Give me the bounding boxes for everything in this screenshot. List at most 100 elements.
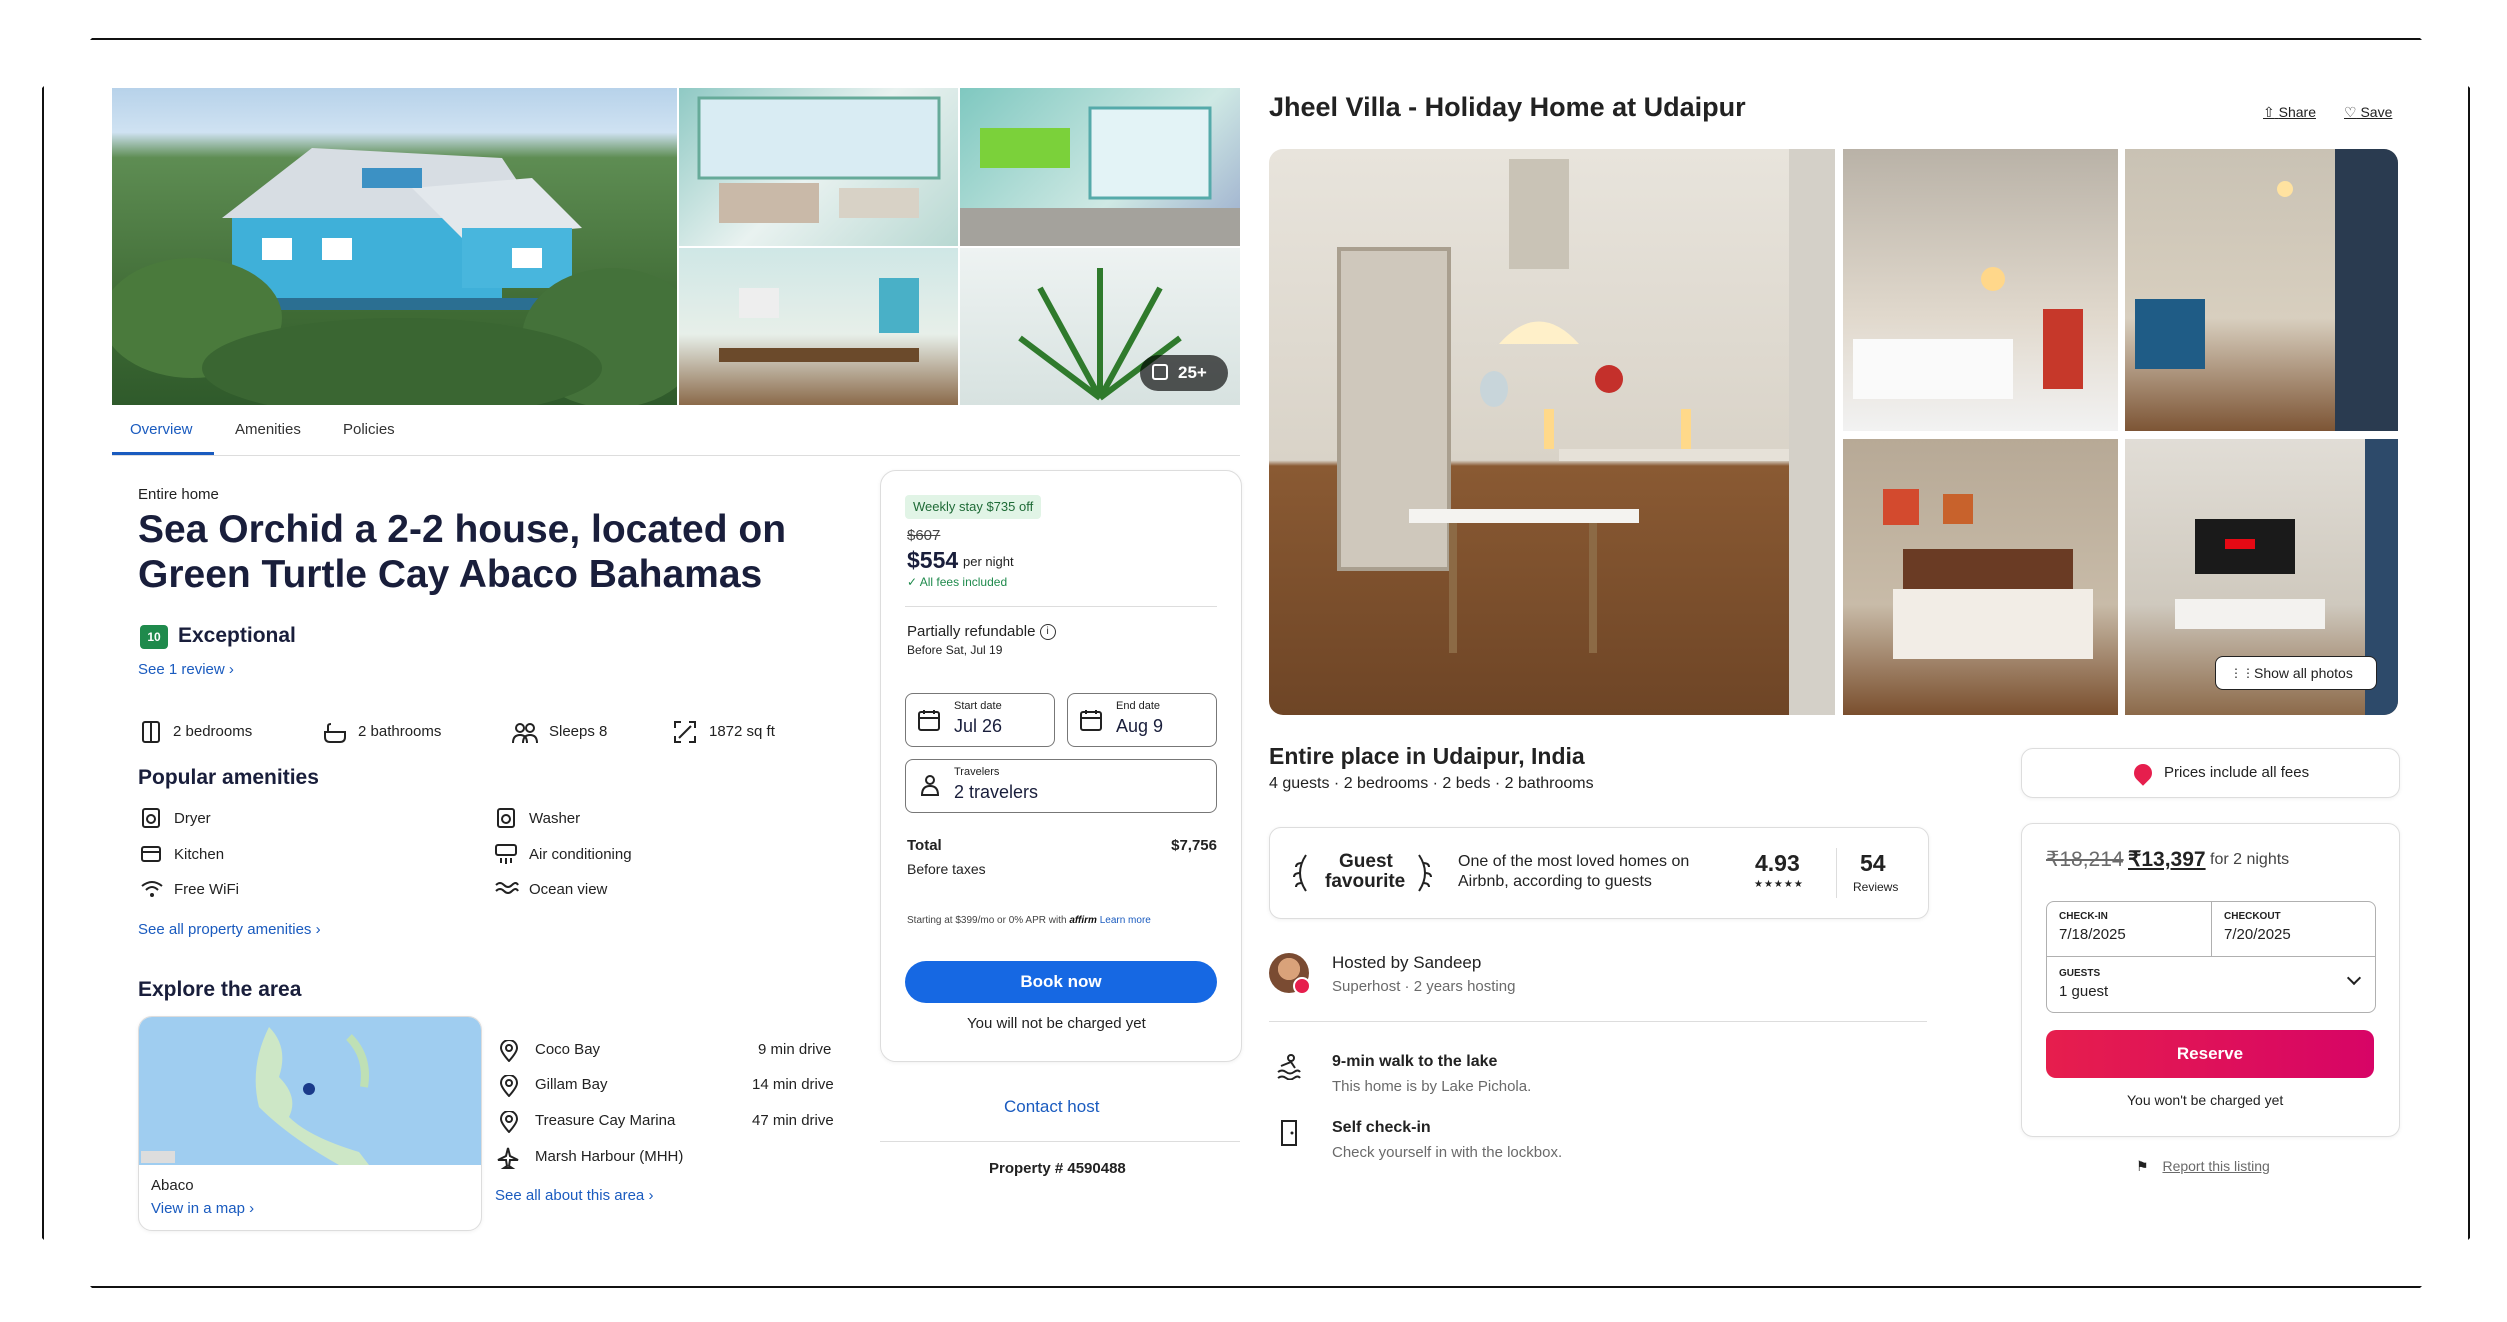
info-icon[interactable]: i [1039, 624, 1056, 641]
nearby-place-time: 14 min drive [752, 1076, 834, 1093]
see-reviews-link[interactable]: See 1 review › [138, 661, 234, 678]
gallery-photo-dining[interactable] [679, 248, 958, 405]
gallery-photo-porch[interactable] [679, 88, 958, 246]
listing-title-line2: Green Turtle Cay Abaco Bahamas [138, 553, 763, 596]
flag-icon: ⚑ [2136, 1158, 2149, 1174]
travelers-field[interactable]: Travelers 2 travelers [905, 759, 1217, 813]
wifi-icon [141, 881, 163, 897]
price-suffix: for 2 nights [2210, 851, 2290, 868]
fact-sleeps-label: Sleeps 8 [549, 723, 608, 740]
property-number: Property # 4590488 [989, 1160, 1126, 1177]
price-tag-icon [2130, 760, 2156, 786]
feature-lake-title: 9-min walk to the lake [1332, 1053, 1498, 1070]
kitchen-icon [141, 846, 161, 862]
calendar-icon [1080, 710, 1102, 731]
superhost-badge-icon [1293, 977, 1311, 995]
feature-checkin-sub: Check yourself in with the lockbox. [1332, 1144, 1563, 1161]
guest-fav-line1: Guest [1339, 851, 1393, 872]
waves-icon [495, 882, 519, 894]
host-line: Hosted by Sandeep [1332, 953, 1482, 972]
affirm-logo: affirm [1069, 915, 1097, 926]
chevron-down-icon [2346, 970, 2362, 986]
share-label: Share [2278, 104, 2316, 120]
total-label: Total [907, 837, 942, 854]
map-card[interactable]: Abaco View in a map › [138, 1016, 482, 1231]
see-all-amenities-label: See all property amenities [138, 921, 312, 938]
checkin-value: 7/18/2025 [2059, 926, 2126, 943]
travelers-value: 2 travelers [954, 782, 1039, 802]
gallery-photo-sunroom[interactable] [960, 88, 1240, 246]
checkout-label: CHECKOUT [2224, 911, 2281, 922]
guests-field[interactable]: GUESTS 1 guest [2047, 957, 2375, 1012]
airbnb-photo-bedroom-lamp[interactable] [1843, 149, 2118, 431]
host-avatar[interactable] [1269, 953, 1311, 995]
airbnb-photo-living[interactable] [2125, 149, 2398, 431]
nearby-place-name: Treasure Cay Marina [535, 1112, 676, 1129]
booking-card: Weekly stay $735 off $607 $554 per night… [880, 470, 1242, 1062]
air-conditioning-icon [495, 844, 517, 864]
fact-area-label: 1872 sq ft [709, 723, 775, 740]
view-map-link[interactable]: View in a map › [151, 1200, 254, 1217]
fees-banner-label: Prices include all fees [2164, 764, 2310, 781]
place-summary: 4 guests · 2 bedrooms · 2 beds · 2 bathr… [1269, 775, 1594, 792]
see-all-area-link[interactable]: See all about this area › [495, 1187, 653, 1204]
chevron-right-icon: › [315, 921, 321, 938]
explore-heading: Explore the area [138, 978, 302, 1001]
divider [905, 606, 1217, 607]
checkin-field[interactable]: CHECK-IN 7/18/2025 [2047, 902, 2212, 957]
checkin-label: CHECK-IN [2059, 911, 2108, 922]
map-thumbnail[interactable] [139, 1017, 481, 1165]
save-button[interactable]: ♡ Save [2344, 104, 2392, 121]
refund-label: Partially refundable [907, 623, 1036, 640]
view-map-label: View in a map [151, 1200, 245, 1217]
share-button[interactable]: ⇧ Share [2263, 104, 2316, 121]
checkout-field[interactable]: CHECKOUT 7/20/2025 [2212, 902, 2375, 957]
nearby-place-time: 47 min drive [752, 1112, 834, 1129]
guest-rating: 4.93 [1755, 850, 1800, 876]
start-date-label: Start date [954, 700, 1002, 712]
laurel-right-icon [1418, 854, 1432, 892]
see-all-amenities-link[interactable]: See all property amenities › [138, 921, 321, 938]
start-date-value: Jul 26 [954, 716, 1003, 736]
rating-score: 10 [147, 630, 161, 644]
book-now-button[interactable]: Book now [905, 961, 1217, 1003]
amenity-wifi-label: Free WiFi [174, 881, 239, 898]
end-date-value: Aug 9 [1116, 716, 1164, 736]
door-icon [1281, 1120, 1297, 1146]
gallery-icon [1152, 364, 1168, 380]
old-price: $607 [907, 527, 941, 544]
tab-overview[interactable]: Overview [130, 421, 193, 438]
tab-policies[interactable]: Policies [343, 421, 395, 438]
report-listing-link[interactable]: ⚑ Report this listing [2136, 1158, 2270, 1175]
fees-note: ✓ All fees included [907, 575, 1007, 589]
reviews-count: 54 [1860, 850, 1886, 876]
amenity-ocean-view-label: Ocean view [529, 881, 608, 898]
learn-more-link[interactable]: Learn more [1100, 915, 1151, 926]
airplane-icon [497, 1147, 519, 1169]
chevron-right-icon: › [249, 1200, 255, 1217]
nearby-place-name: Coco Bay [535, 1041, 601, 1058]
financing-text: Starting at $399/mo or 0% APR with [907, 915, 1067, 926]
tab-amenities[interactable]: Amenities [235, 421, 301, 438]
grid-icon: ⋮⋮ [2230, 666, 2254, 680]
gallery-main-photo[interactable] [112, 88, 677, 405]
photo-count-badge[interactable]: 25+ [1140, 355, 1228, 391]
rating-label: Exceptional [178, 624, 296, 647]
reserve-button[interactable]: Reserve [2046, 1030, 2374, 1078]
total-value: $7,756 [1171, 837, 1217, 854]
reviews-label: Reviews [1853, 880, 1899, 894]
guest-favourite-card[interactable]: Guest favourite One of the most loved ho… [1269, 827, 1929, 919]
travelers-label: Travelers [954, 766, 1000, 778]
refund-date: Before Sat, Jul 19 [907, 643, 1003, 657]
airbnb-photo-bedroom-bed[interactable] [1843, 439, 2118, 715]
contact-host-link[interactable]: Contact host [1004, 1097, 1099, 1117]
end-date-field[interactable]: End date Aug 9 [1067, 693, 1217, 747]
airbnb-main-photo[interactable] [1269, 149, 1835, 715]
start-date-field[interactable]: Start date Jul 26 [905, 693, 1055, 747]
loved-line2: Airbnb, according to guests [1458, 873, 1652, 890]
location-pin-icon [499, 1111, 519, 1133]
star-rating-icon: ★★★★★ [1754, 879, 1804, 890]
tabs-divider [112, 455, 1240, 456]
show-all-photos-button[interactable]: ⋮⋮ Show all photos [2215, 656, 2377, 690]
save-label: Save [2360, 104, 2393, 120]
